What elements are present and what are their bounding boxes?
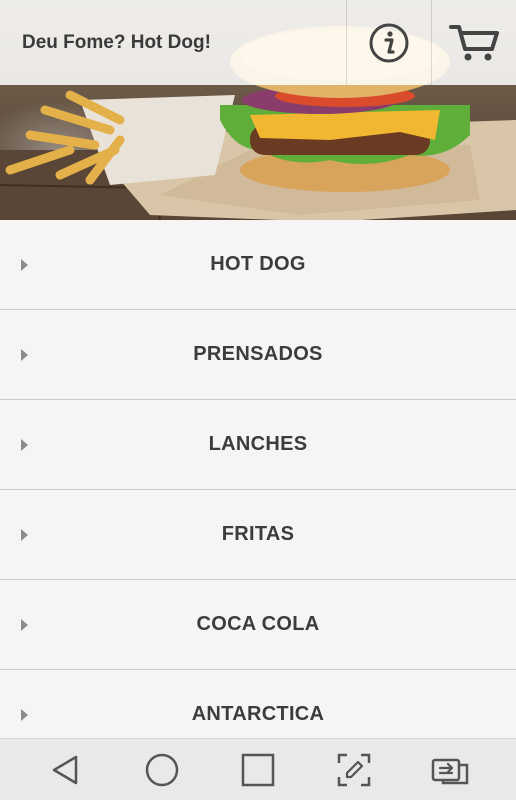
category-label: LANCHES xyxy=(208,433,308,455)
nav-recents-button[interactable] xyxy=(228,745,288,795)
back-icon xyxy=(52,755,78,784)
app-title: Deu Fome? Hot Dog! xyxy=(22,31,211,53)
info-button[interactable] xyxy=(346,0,431,85)
category-row-fritas[interactable]: FRITAS xyxy=(0,490,516,580)
expand-arrow-icon xyxy=(21,528,28,541)
expand-arrow-icon xyxy=(21,258,28,271)
category-row-hot-dog[interactable]: HOT DOG xyxy=(0,220,516,310)
cart-button[interactable] xyxy=(431,0,516,85)
top-app-bar: Deu Fome? Hot Dog! xyxy=(0,0,516,85)
expand-arrow-icon xyxy=(21,618,28,631)
category-label: COCA COLA xyxy=(196,613,320,635)
info-icon xyxy=(369,23,409,62)
nav-switch-app-button[interactable] xyxy=(420,745,480,795)
category-label: FRITAS xyxy=(221,523,295,545)
recents-icon xyxy=(241,753,275,786)
category-label: PRENSADOS xyxy=(193,343,323,365)
nav-home-button[interactable] xyxy=(132,745,192,795)
app-screen: Deu Fome? Hot Dog! HOT DOG PRENSADOS LAN… xyxy=(0,0,516,800)
category-list: HOT DOG PRENSADOS LANCHES FRITAS COCA CO… xyxy=(0,220,516,738)
screenshot-edit-icon xyxy=(337,753,371,786)
category-row-antarctica[interactable]: ANTARCTICA xyxy=(0,670,516,738)
hero-banner: Deu Fome? Hot Dog! xyxy=(0,0,516,220)
category-row-prensados[interactable]: PRENSADOS xyxy=(0,310,516,400)
category-row-lanches[interactable]: LANCHES xyxy=(0,400,516,490)
category-label: ANTARCTICA xyxy=(191,703,325,725)
nav-back-button[interactable] xyxy=(36,745,96,795)
expand-arrow-icon xyxy=(21,348,28,361)
expand-arrow-icon xyxy=(21,708,28,721)
nav-screenshot-button[interactable] xyxy=(324,745,384,795)
home-icon xyxy=(145,753,179,786)
cart-icon xyxy=(449,24,499,60)
category-label: HOT DOG xyxy=(210,253,306,275)
switch-app-icon xyxy=(431,758,469,784)
category-row-coca-cola[interactable]: COCA COLA xyxy=(0,580,516,670)
expand-arrow-icon xyxy=(21,438,28,451)
system-navigation-bar xyxy=(0,738,516,800)
